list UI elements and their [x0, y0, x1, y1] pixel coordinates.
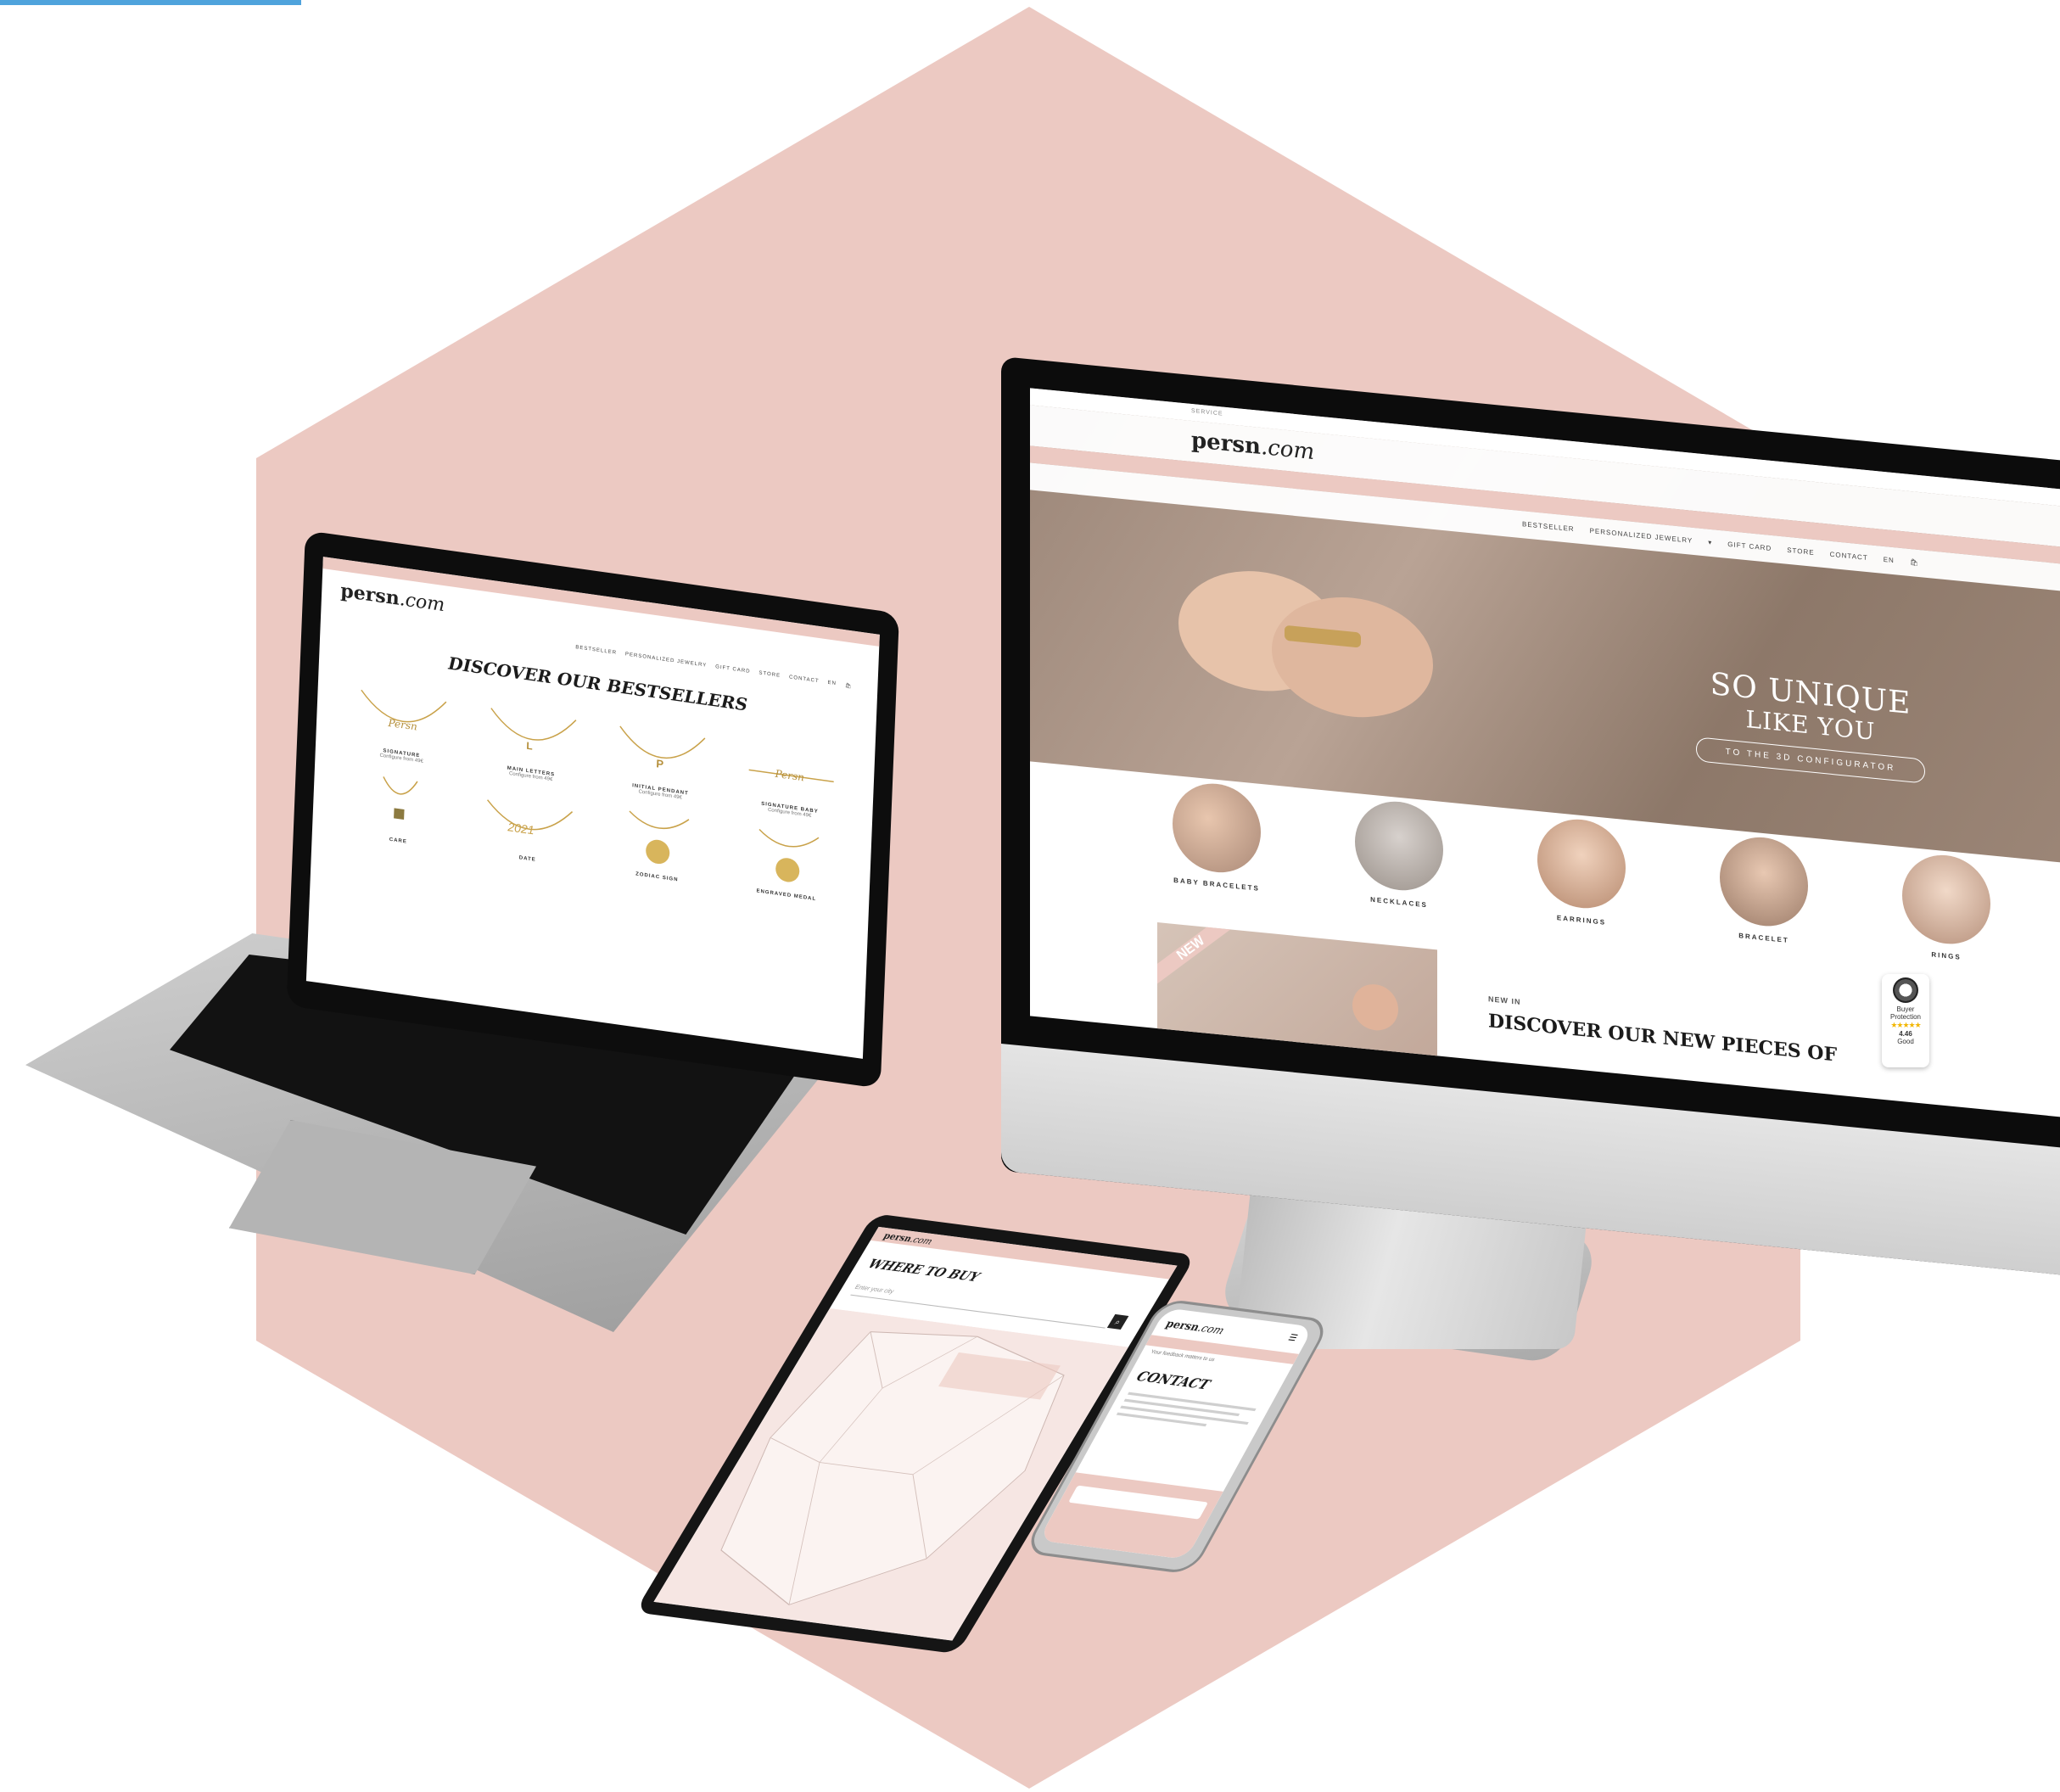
seal-icon — [1893, 977, 1918, 1003]
product-card[interactable]: Persn SIGNATURE Configure from 49€ — [341, 679, 465, 770]
nav-store[interactable]: STORE — [759, 670, 781, 680]
language-select[interactable]: EN — [1884, 556, 1895, 564]
nav-gift-card[interactable]: GIFT CARD — [715, 664, 750, 675]
laptop-screen: persn.com BESTSELLER PERSONALIZED JEWELR… — [305, 557, 880, 1059]
new-in-heading: DISCOVER OUR NEW PIECES OF — [1488, 1010, 1838, 1067]
rating-value: 4.46 — [1899, 1030, 1912, 1038]
signature-baby-image: Persn — [748, 768, 834, 784]
category-label: EARRINGS — [1556, 914, 1607, 927]
trust-label-1: Buyer — [1896, 1005, 1915, 1013]
product-card[interactable]: ZODIAC SIGN — [596, 803, 720, 888]
language-select[interactable]: EN — [827, 680, 837, 687]
signature-necklace-image: Persn — [361, 689, 447, 733]
logo-main: persn — [1191, 427, 1261, 460]
nav-contact[interactable]: CONTACT — [789, 675, 820, 685]
main-letters-necklace-image: L — [490, 708, 577, 753]
laptop-device: persn.com BESTSELLER PERSONALIZED JEWELR… — [286, 530, 900, 1089]
category-image — [1720, 833, 1808, 931]
svg-text:L: L — [526, 740, 533, 753]
product-card[interactable]: CARE — [338, 766, 462, 852]
category-label: NECKLACES — [1370, 895, 1428, 910]
baby-hands-photo — [1178, 571, 1433, 718]
trust-badge[interactable]: Buyer Protection ★★★★★ 4.46 Good — [1882, 974, 1929, 1067]
cart-icon[interactable]: 🛍 — [845, 683, 853, 690]
svg-text:P: P — [656, 757, 664, 770]
category-rings[interactable]: RINGS — [1887, 849, 2006, 966]
new-badge: NEW — [1157, 922, 1235, 984]
svg-text:Persn: Persn — [774, 768, 804, 784]
engraved-medal-image — [759, 828, 820, 882]
initial-pendant-image: P — [619, 725, 706, 770]
logo-main: persn — [339, 580, 400, 610]
cart-icon[interactable]: 🛍 — [1910, 558, 1919, 567]
svg-text:Persn: Persn — [387, 717, 417, 733]
contact-heading: CONTACT — [1134, 1368, 1213, 1393]
zodiac-sign-image — [629, 810, 690, 865]
logo-suffix: .com — [1195, 1321, 1227, 1337]
contact-text-block — [1116, 1392, 1257, 1432]
category-necklaces[interactable]: NECKLACES — [1340, 796, 1458, 912]
rating-stars-icon: ★★★★★ — [1890, 1021, 1921, 1029]
nav-store[interactable]: STORE — [1787, 546, 1814, 557]
where-to-buy-heading: WHERE TO BUY — [865, 1257, 982, 1285]
product-card[interactable]: P INITIAL PENDANT Configure from 49€ — [600, 715, 724, 806]
care-pendant-image — [383, 776, 418, 820]
logo-suffix: .com — [1260, 434, 1315, 466]
new-in-label: NEW IN — [1488, 994, 1521, 1007]
category-image — [1537, 815, 1626, 913]
product-card[interactable]: 2021 DATE — [467, 785, 591, 871]
category-label: BABY BRACELETS — [1173, 876, 1260, 893]
category-label: RINGS — [1931, 950, 1962, 961]
product-card[interactable]: L MAIN LETTERS Configure from 49€ — [470, 697, 594, 788]
contact-input[interactable] — [1068, 1485, 1209, 1520]
nav-gift-card[interactable]: GIFT CARD — [1727, 540, 1772, 552]
logo-suffix: .com — [399, 588, 445, 617]
category-bracelet[interactable]: BRACELET — [1705, 832, 1823, 948]
category-image — [1355, 797, 1443, 895]
nav-personalized-jewelry[interactable]: PERSONALIZED JEWELRY — [625, 652, 707, 669]
medal-image — [1352, 982, 1398, 1033]
category-baby-bracelets[interactable]: BABY BRACELETS — [1157, 778, 1276, 894]
nav-contact[interactable]: CONTACT — [1830, 551, 1868, 562]
service-label[interactable]: SERVICE — [1191, 408, 1223, 417]
trust-label-2: Protection — [1889, 1013, 1922, 1021]
product-card[interactable]: ENGRAVED MEDAL — [725, 820, 849, 906]
phone-logo[interactable]: persn.com — [1163, 1318, 1227, 1337]
hero-copy: SO UNIQUE LIKE YOU TO THE 3D CONFIGURATO… — [1641, 660, 1980, 789]
rating-word: Good — [1897, 1038, 1914, 1045]
phone-pink-bar — [1145, 1335, 1299, 1364]
category-earrings[interactable]: EARRINGS — [1522, 814, 1641, 930]
nav-bestseller[interactable]: BESTSELLER — [575, 645, 617, 657]
product-card[interactable]: Persn SIGNATURE BABY Configure from 49€ — [729, 733, 853, 824]
chevron-down-icon[interactable]: ▾ — [1708, 539, 1712, 546]
nav-bestseller[interactable]: BESTSELLER — [1522, 520, 1575, 533]
laptop-logo[interactable]: persn.com — [340, 580, 445, 616]
nav-personalized-jewelry[interactable]: PERSONALIZED JEWELRY — [1590, 527, 1693, 545]
monitor-logo[interactable]: persn.com — [1191, 428, 1314, 465]
category-label: BRACELET — [1738, 932, 1789, 945]
menu-icon[interactable]: ☰ — [1286, 1333, 1299, 1343]
category-image — [1173, 779, 1261, 876]
svg-text:2021: 2021 — [507, 820, 535, 837]
category-image — [1902, 851, 1990, 949]
desktop-monitor: SERVICE persn.com BESTSELLER PERSONALIZE… — [1001, 356, 2060, 1283]
date-necklace-image: 2021 — [486, 799, 573, 837]
